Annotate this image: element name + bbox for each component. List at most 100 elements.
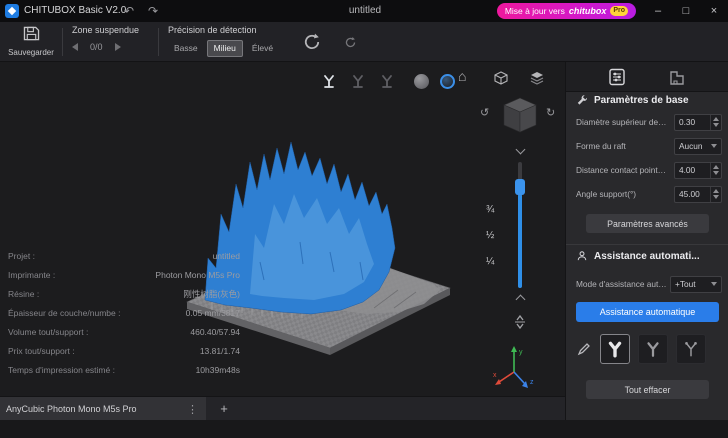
spin-up-icon[interactable]: [713, 117, 719, 121]
maximize-button[interactable]: □: [672, 0, 700, 22]
info-value: untitled: [213, 251, 240, 261]
assist-mode-select[interactable]: +Tout: [670, 276, 722, 293]
field-value: 0.30: [675, 117, 710, 127]
dropdown-icon: [711, 282, 717, 286]
suspended-zone-label: Zone suspendue: [72, 25, 139, 35]
wrench-icon: [576, 94, 588, 106]
field-value: 45.00: [675, 189, 710, 199]
field-label: Forme du raft: [576, 141, 626, 151]
axis-z-label: z: [530, 379, 534, 386]
layer-range-icon[interactable]: [513, 314, 527, 330]
info-value: 13.81/1.74: [200, 346, 240, 356]
chitubox-brand: chitubox: [569, 6, 607, 16]
support-view-raft-icon[interactable]: [376, 70, 398, 92]
support-type-medium[interactable]: [638, 334, 668, 364]
detection-precision-segmented: Basse Milieu Élevé: [168, 40, 279, 57]
fraction-half: ½: [486, 230, 494, 241]
spinner-arrows: [710, 115, 721, 130]
main-toolbar: Sauvegarder Zone suspendue 0/0 Précision…: [0, 22, 728, 62]
rotate-right-icon[interactable]: ↻: [546, 106, 555, 119]
spin-up-icon[interactable]: [713, 189, 719, 193]
kebab-menu-icon[interactable]: ⋮: [185, 403, 200, 416]
spin-up-icon[interactable]: [713, 165, 719, 169]
field-row-upper-diameter: Diamètre supérieur de la ... 0.30: [576, 112, 722, 132]
tab-support-settings-icon[interactable]: [608, 68, 626, 86]
info-value: 0.05 mm/3817: [186, 308, 240, 318]
printer-tab[interactable]: AnyCubic Photon Mono M5s Pro ⋮: [0, 397, 206, 421]
axis-y-label: y: [519, 349, 523, 356]
layers-icon[interactable]: [530, 71, 544, 85]
support-view-toggles: [318, 70, 398, 92]
home-view-icon[interactable]: ⌂: [458, 68, 466, 84]
navigation-cube[interactable]: [498, 94, 542, 138]
auto-assist-button[interactable]: Assistance automatique: [576, 302, 719, 322]
prev-zone-icon[interactable]: [72, 43, 78, 51]
toolbar-divider: [62, 28, 63, 56]
solid-shading-icon[interactable]: [414, 74, 429, 89]
redo-icon[interactable]: ↷: [148, 3, 158, 19]
info-row-printer: Imprimante : Photon Mono M5s Pro: [8, 265, 240, 284]
cube-view-icon[interactable]: [494, 71, 508, 85]
spin-down-icon[interactable]: [713, 195, 719, 199]
printer-name: AnyCubic Photon Mono M5s Pro: [6, 404, 185, 414]
refresh-supports-icon[interactable]: [344, 36, 357, 49]
3d-viewport[interactable]: ⌂ ↺ ↻ ¾ ½ ¼ y x z Pro: [0, 62, 565, 396]
field-label: Diamètre supérieur de la ...: [576, 117, 668, 127]
save-button[interactable]: Sauvegarder: [8, 26, 54, 57]
refresh-detection-icon[interactable]: [302, 32, 322, 52]
clear-all-button[interactable]: Tout effacer: [586, 380, 709, 399]
next-zone-icon[interactable]: [115, 43, 121, 51]
info-label: Temps d'impression estimé :: [8, 365, 115, 375]
right-panel-tabs: [565, 62, 728, 92]
undo-icon[interactable]: ↶: [124, 3, 134, 19]
info-label: Imprimante :: [8, 270, 55, 280]
axis-gizmo: y x z: [492, 342, 538, 392]
detection-option-medium[interactable]: Milieu: [207, 40, 243, 57]
assist-person-icon: [576, 250, 588, 262]
info-label: Projet :: [8, 251, 35, 261]
field-row-contact-distance: Distance contact pointe... 4.00: [576, 160, 722, 180]
project-info-panel: Projet : untitled Imprimante : Photon Mo…: [8, 246, 240, 379]
field-value: 4.00: [675, 165, 710, 175]
raft-shape-select[interactable]: Aucun: [674, 138, 722, 155]
detection-option-low[interactable]: Basse: [168, 40, 204, 57]
info-row-layer-thickness: Épaisseur de couche/numbe : 0.05 mm/3817: [8, 303, 240, 322]
info-row-price: Prix tout/support : 13.81/1.74: [8, 341, 240, 360]
dropdown-icon: [711, 144, 717, 148]
detection-option-high[interactable]: Élevé: [246, 40, 279, 57]
advanced-params-button[interactable]: Paramètres avancés: [586, 214, 709, 233]
support-type-light[interactable]: [676, 334, 706, 364]
detection-precision-label: Précision de détection: [168, 25, 257, 35]
spin-down-icon[interactable]: [713, 171, 719, 175]
support-view-mid-icon[interactable]: [347, 70, 369, 92]
upper-diameter-spinner[interactable]: 0.30: [674, 114, 722, 131]
support-type-heavy[interactable]: [600, 334, 630, 364]
support-view-all-icon[interactable]: [318, 70, 340, 92]
spin-down-icon[interactable]: [713, 123, 719, 127]
upgrade-pro-button[interactable]: Mise à jour vers chitubox Pro: [497, 3, 636, 19]
rotate-left-icon[interactable]: ↺: [480, 106, 489, 119]
field-value: Aucun: [675, 141, 711, 151]
layer-slider[interactable]: [516, 162, 524, 288]
add-printer-button[interactable]: +: [216, 401, 232, 417]
slider-handle[interactable]: [515, 179, 525, 195]
support-angle-spinner[interactable]: 45.00: [674, 186, 722, 203]
bottom-strip: [0, 420, 728, 438]
app-title: CHITUBOX Basic V2.0: [24, 5, 126, 16]
close-button[interactable]: ×: [700, 0, 728, 22]
transparent-shading-icon[interactable]: [440, 74, 455, 89]
support-settings-panel: Paramètres de base Diamètre supérieur de…: [565, 92, 728, 420]
fraction-quarter: ¼: [486, 256, 494, 267]
field-row-assist-mode: Mode d'assistance autom... +Tout: [576, 274, 722, 294]
minimize-button[interactable]: –: [644, 0, 672, 22]
tab-printer-icon[interactable]: [668, 68, 686, 86]
base-params-title: Paramètres de base: [594, 95, 689, 106]
edit-support-pen-icon[interactable]: [576, 341, 592, 357]
auto-assist-title: Assistance automati...: [594, 251, 700, 262]
suspended-zone-stepper: 0/0: [72, 42, 121, 52]
info-value: 10h39m48s: [196, 365, 240, 375]
contact-distance-spinner[interactable]: 4.00: [674, 162, 722, 179]
app-logo-icon: [5, 4, 19, 18]
axis-x-label: x: [493, 372, 497, 379]
field-row-support-angle: Angle support(°) 45.00: [576, 184, 722, 204]
